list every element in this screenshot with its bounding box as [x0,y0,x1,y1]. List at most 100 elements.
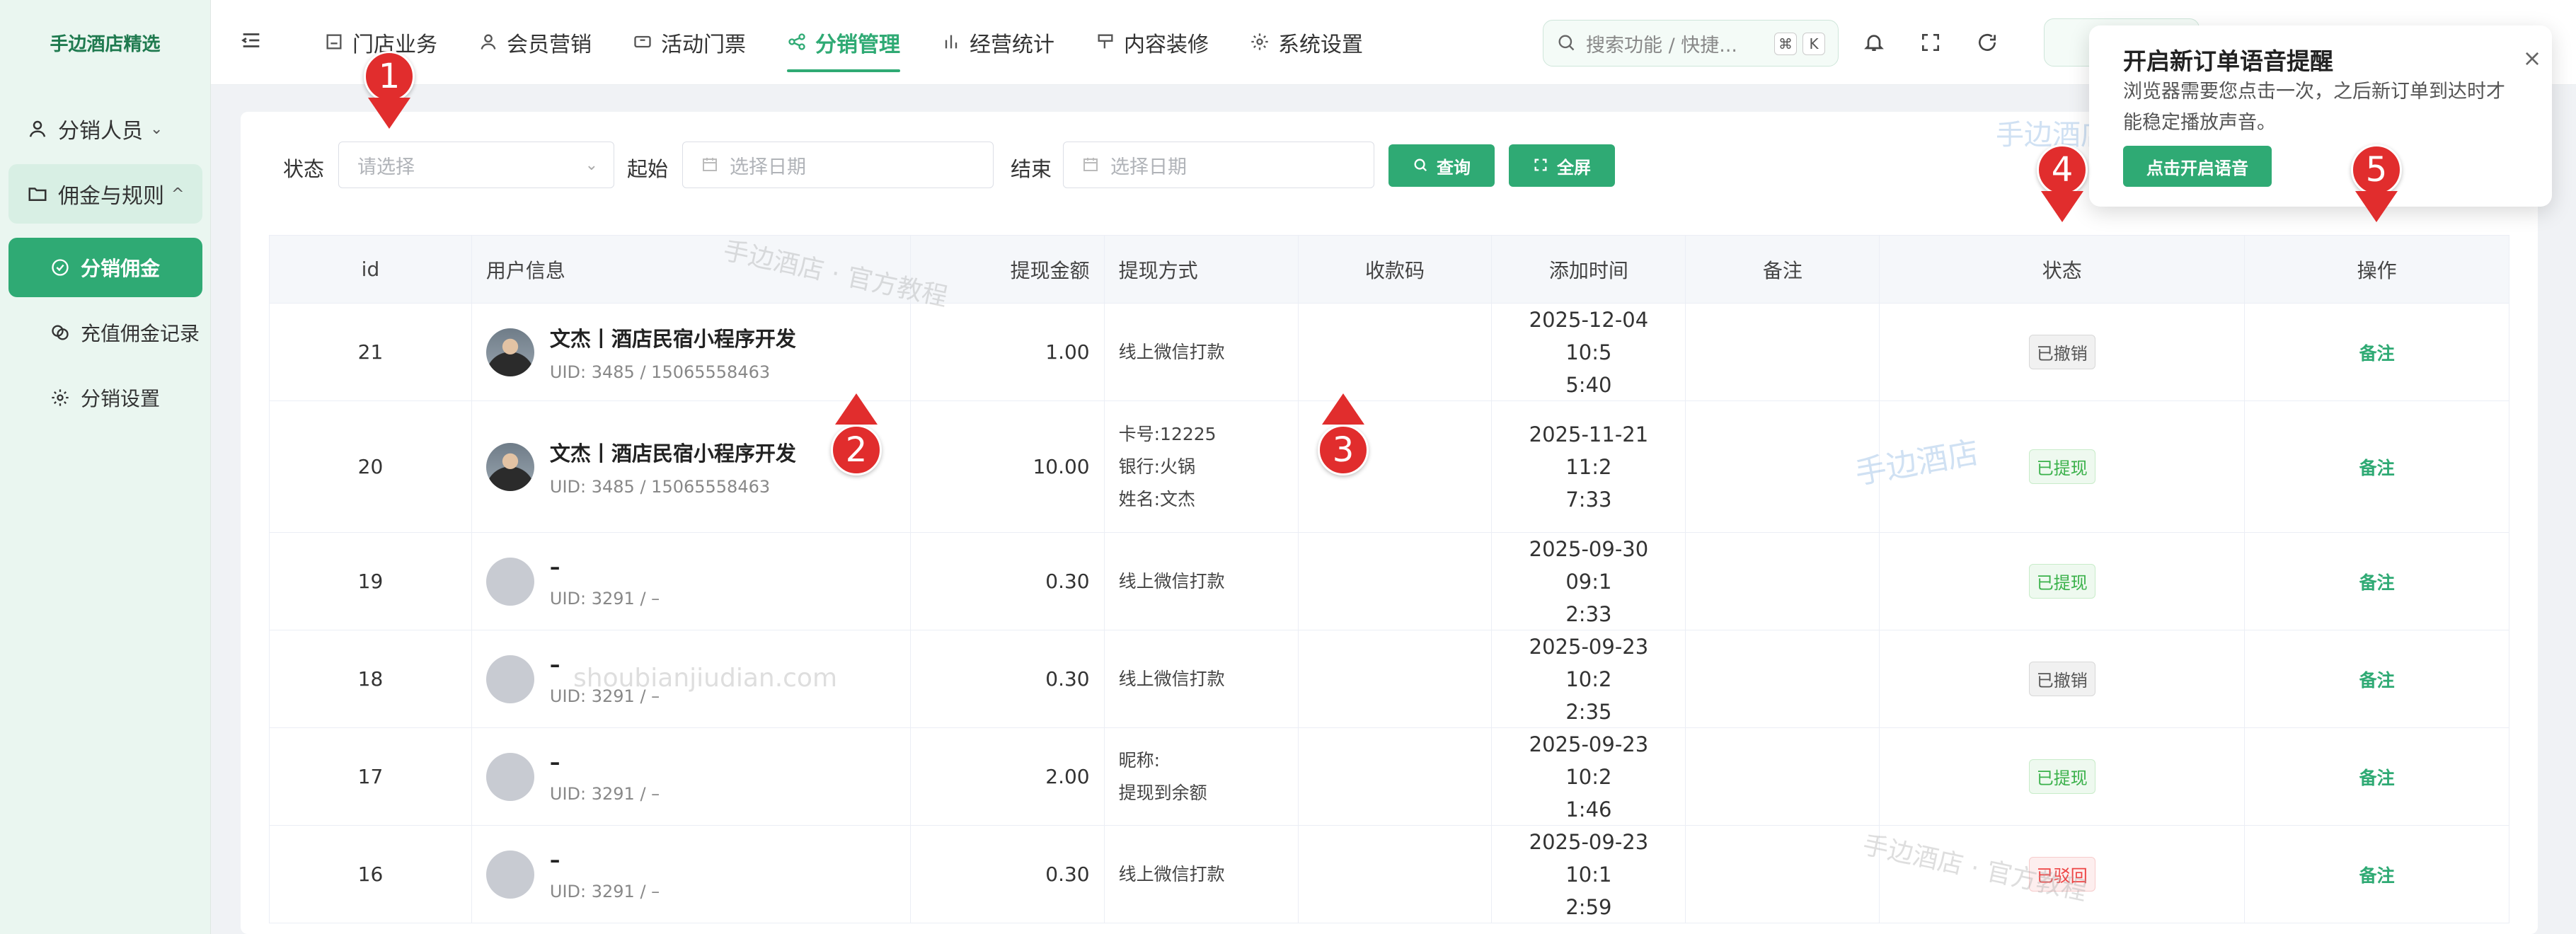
cell-method: 昵称: 提现到余额 [1104,728,1299,826]
sidebar-group-commission-rules[interactable]: 佣金与规则 ^ [8,164,202,224]
status-badge: 已提现 [2028,449,2095,484]
sidebar-item-distribution-settings[interactable]: 分销设置 [8,368,202,427]
remark-link[interactable]: 备注 [2359,862,2395,887]
table-header: id 用户信息 提现金额 提现方式 收款码 添加时间 备注 状态 操作 [270,236,2510,304]
cell-remark [1686,401,1880,533]
table-row[interactable]: 20 文杰丨酒店民宿小程序开发 UID: 3485 / 15065558463 … [270,401,2510,533]
method-line: 线上微信打款 [1118,668,1225,689]
remark-link[interactable]: 备注 [2359,454,2395,480]
cell-status: 已提现 [1880,728,2246,826]
col-method[interactable]: 提现方式 [1104,236,1299,304]
col-status[interactable]: 状态 [1880,236,2246,304]
start-date-input[interactable]: 选择日期 [682,142,994,188]
shortcut-k-key: K [1802,33,1825,55]
table-row[interactable]: 16 – UID: 3291 / – 0.30 线上微信打款 2025-09-2… [270,826,2510,923]
collapse-sidebar-icon[interactable] [239,28,268,57]
fullscreen-icon [1533,157,1550,174]
method-lines: 卡号:12225 银行:火锅 姓名:文杰 [1119,418,1217,516]
user-text: – UID: 3291 / – [550,750,660,804]
table-row[interactable]: 18 – UID: 3291 / – 0.30 线上微信打款 2025-09-2… [270,630,2510,728]
remark-link[interactable]: 备注 [2359,667,2395,692]
time-text: 2025-09-23 10:1 2:59 [1506,826,1671,923]
user-info: – UID: 3291 / – [485,848,660,901]
refresh-icon[interactable] [1973,28,2001,57]
col-amount[interactable]: 提现金额 [910,236,1105,304]
user-name: – [549,749,560,774]
fullscreen-icon[interactable] [1916,28,1945,57]
col-action[interactable]: 操作 [2245,236,2510,304]
cell-qrcode [1298,728,1493,826]
method-line: 提现到余额 [1118,782,1207,803]
status-filter-label: 状态 [283,157,325,181]
gear-icon [48,386,72,410]
tab-content-decoration[interactable]: 内容装修 [1096,0,1209,85]
filter-bar: 状态 请选择 ⌄ 起始 选择日期 结束 选择日期 查询 全屏 [283,142,1698,188]
folder-icon [25,182,50,206]
remark-link[interactable]: 备注 [2359,569,2395,594]
cell-status: 已撤销 [1880,304,2246,401]
col-user-info[interactable]: 用户信息 [471,236,911,304]
fullscreen-button[interactable]: 全屏 [1509,144,1615,187]
cell-time: 2025-09-23 10:2 2:35 [1492,630,1686,728]
gear-icon [1250,32,1271,53]
tab-distribution-management[interactable]: 分销管理 [787,0,900,85]
user-uid: UID: 3291 / – [549,588,660,609]
col-added-time[interactable]: 添加时间 [1492,236,1686,304]
brand-logo-text: 手边酒店精选 [50,33,161,55]
bell-icon[interactable] [1860,28,1888,57]
ticket-icon [633,32,654,53]
close-icon[interactable]: × [2519,45,2545,71]
col-remark[interactable]: 备注 [1686,236,1880,304]
time-text: 2025-11-21 11:2 7:33 [1506,418,1671,516]
annotation-arrow-2 [835,393,878,425]
user-icon [478,32,500,53]
col-id[interactable]: id [270,236,472,304]
end-date-input[interactable]: 选择日期 [1063,142,1374,188]
table-row[interactable]: 19 – UID: 3291 / – 0.30 线上微信打款 2025-09-3… [270,533,2510,630]
query-button[interactable]: 查询 [1388,144,1495,187]
sidebar-item-label: 佣金与规则 [58,184,164,209]
method-lines: 昵称: 提现到余额 [1119,744,1207,809]
cell-status: 已提现 [1880,533,2246,630]
method-line: 线上微信打款 [1118,570,1225,592]
coins-icon [48,321,72,345]
table-row[interactable]: 17 – UID: 3291 / – 2.00 昵称: 提现到余额 2025-09… [270,728,2510,826]
status-select[interactable]: 请选择 ⌄ [338,142,614,188]
calendar-icon [701,156,720,174]
search-input[interactable]: 搜索功能 / 快捷... ⌘ K [1543,20,1839,67]
tab-member-marketing[interactable]: 会员营销 [478,0,592,85]
cell-amount: 0.30 [910,630,1105,728]
sidebar-item-distributors[interactable]: 分销人员 ⌄ [8,99,202,158]
sidebar-item-label: 分销佣金 [81,257,161,280]
table-row[interactable]: 21 文杰丨酒店民宿小程序开发 UID: 3485 / 15065558463 … [270,304,2510,401]
method-line: 银行:火锅 [1118,456,1196,477]
sidebar-item-distribution-commission[interactable]: 分销佣金 [8,238,202,297]
cell-method: 线上微信打款 [1104,304,1299,401]
user-uid: UID: 3291 / – [549,783,660,804]
tab-event-tickets[interactable]: 活动门票 [633,0,746,85]
tab-label: 会员营销 [507,33,592,57]
time-line: 2025-09-23 10:1 [1529,829,1649,887]
remark-link[interactable]: 备注 [2359,764,2395,790]
query-button-label: 查询 [1437,157,1471,178]
col-qrcode[interactable]: 收款码 [1298,236,1493,304]
cell-qrcode [1298,826,1493,923]
time-line: 1:46 [1565,797,1612,821]
remark-link[interactable]: 备注 [2359,340,2395,365]
cell-amount: 1.00 [910,304,1105,401]
tab-business-stats[interactable]: 经营统计 [941,0,1054,85]
user-name: 文杰丨酒店民宿小程序开发 [549,441,796,466]
time-line: 2:33 [1565,601,1612,626]
cell-time: 2025-11-21 11:2 7:33 [1492,401,1686,533]
tab-label: 分销管理 [815,33,900,57]
cell-id: 18 [270,630,472,728]
enable-voice-button[interactable]: 点击开启语音 [2123,146,2272,187]
time-line: 2025-12-04 10:5 [1529,307,1649,364]
cell-qrcode [1298,304,1493,401]
user-text: 文杰丨酒店民宿小程序开发 UID: 3485 / 15065558463 [550,437,796,497]
sidebar-item-recharge-commission[interactable]: 充值佣金记录 [8,303,202,362]
user-info: 文杰丨酒店民宿小程序开发 UID: 3485 / 15065558463 [485,323,796,382]
annotation-arrow-3 [1322,393,1364,425]
tab-system-settings[interactable]: 系统设置 [1250,0,1363,85]
share-icon [787,32,808,53]
